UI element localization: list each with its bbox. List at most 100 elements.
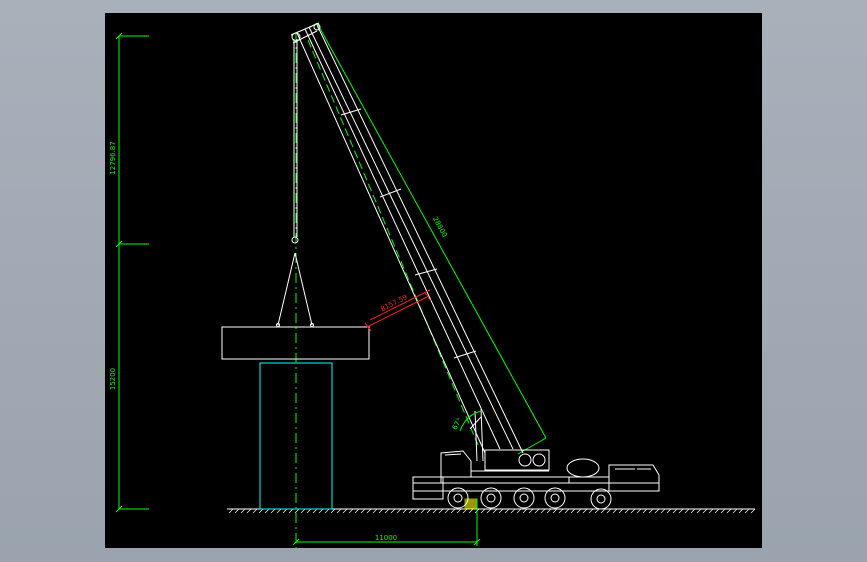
hatch-stroke <box>636 508 642 514</box>
hatch-stroke <box>462 508 468 514</box>
hatch-stroke <box>720 508 726 514</box>
hatch-stroke <box>642 508 648 514</box>
hatch-stroke <box>342 508 348 514</box>
hatch-stroke <box>576 508 582 514</box>
hatch-stroke <box>246 508 252 514</box>
hatch-stroke <box>324 508 330 514</box>
hatch-stroke <box>276 508 282 514</box>
hatch-stroke <box>558 508 564 514</box>
hatch-stroke <box>270 508 276 514</box>
hatch-stroke <box>684 508 690 514</box>
telescopic-boom <box>290 22 524 454</box>
offset-label: 11000 <box>375 534 397 542</box>
luffing-cylinder <box>480 408 484 462</box>
hatch-stroke <box>534 508 540 514</box>
hatch-stroke <box>672 508 678 514</box>
hatch-stroke <box>540 508 546 514</box>
boom-edge <box>304 28 501 450</box>
hatch-stroke <box>624 508 630 514</box>
wheel-hub <box>486 493 496 503</box>
hatch-stroke <box>528 508 534 514</box>
hatch-stroke <box>666 508 672 514</box>
hatch-stroke <box>480 508 486 514</box>
sling-right <box>294 252 313 326</box>
boom-angle-label: 67° <box>451 417 464 432</box>
hatch-stroke <box>444 508 450 514</box>
hatch-stroke <box>468 508 474 514</box>
hatch-stroke <box>630 508 636 514</box>
hatch-stroke <box>354 508 360 514</box>
ground <box>227 508 756 514</box>
hatch-stroke <box>522 508 528 514</box>
cad-viewport[interactable]: 12796.87 15200 28800 8157.59 67° 11000 <box>105 13 762 548</box>
wheel <box>590 488 612 510</box>
hatch-stroke <box>738 508 744 514</box>
hatch-stroke <box>408 508 414 514</box>
hatch-stroke <box>492 508 498 514</box>
hatch-stroke <box>606 508 612 514</box>
hatch-stroke <box>450 508 456 514</box>
hatch-stroke <box>438 508 444 514</box>
hatch-stroke <box>516 508 522 514</box>
hatch-stroke <box>396 508 402 514</box>
wheel-hub <box>519 493 529 503</box>
wheel-hub <box>550 493 560 503</box>
hatch-stroke <box>294 508 300 514</box>
hatch-stroke <box>318 508 324 514</box>
hatch-stroke <box>348 508 354 514</box>
hatch-stroke <box>744 508 750 514</box>
hatch-stroke <box>654 508 660 514</box>
superstructure <box>484 449 550 471</box>
hatch-stroke <box>282 508 288 514</box>
hatch-stroke <box>306 508 312 514</box>
deck <box>440 476 570 484</box>
hatch-stroke <box>690 508 696 514</box>
boom-length-label: 28800 <box>431 215 449 238</box>
hatch-stroke <box>240 508 246 514</box>
ground-hatch <box>228 508 756 514</box>
hatch-stroke <box>750 508 756 514</box>
hatch-stroke <box>234 508 240 514</box>
hatch-stroke <box>510 508 516 514</box>
chassis-frame <box>412 482 660 492</box>
hatch-stroke <box>708 508 714 514</box>
boom-edge <box>308 26 514 450</box>
hatch-stroke <box>228 508 234 514</box>
rigging <box>276 39 314 327</box>
hatch-stroke <box>456 508 462 514</box>
upper-height-label: 12796.87 <box>109 141 117 174</box>
hatch-stroke <box>486 508 492 514</box>
hatch-stroke <box>252 508 258 514</box>
hatch-stroke <box>702 508 708 514</box>
hatch-stroke <box>678 508 684 514</box>
hatch-stroke <box>360 508 366 514</box>
hook-block <box>291 236 299 244</box>
hatch-stroke <box>582 508 588 514</box>
hatch-stroke <box>288 508 294 514</box>
boom-section-joint <box>453 350 477 359</box>
hatch-stroke <box>696 508 702 514</box>
hatch-stroke <box>648 508 654 514</box>
hatch-stroke <box>618 508 624 514</box>
hatch-stroke <box>366 508 372 514</box>
hatch-stroke <box>330 508 336 514</box>
hoist-winch <box>532 453 546 467</box>
hatch-stroke <box>564 508 570 514</box>
hatch-stroke <box>432 508 438 514</box>
crane-carrier <box>412 449 660 510</box>
cab-window <box>444 453 462 456</box>
hatch-stroke <box>402 508 408 514</box>
hatch-stroke <box>420 508 426 514</box>
hatch-stroke <box>504 508 510 514</box>
hatch-stroke <box>714 508 720 514</box>
hoist-winch <box>518 453 532 467</box>
hatch-stroke <box>552 508 558 514</box>
boom-dimension-line <box>316 22 547 439</box>
boom-axis-dashed <box>307 39 479 446</box>
hatch-stroke <box>390 508 396 514</box>
hatch-stroke <box>336 508 342 514</box>
hatch-stroke <box>258 508 264 514</box>
rear-box <box>412 476 444 500</box>
hatch-stroke <box>312 508 318 514</box>
hatch-stroke <box>372 508 378 514</box>
